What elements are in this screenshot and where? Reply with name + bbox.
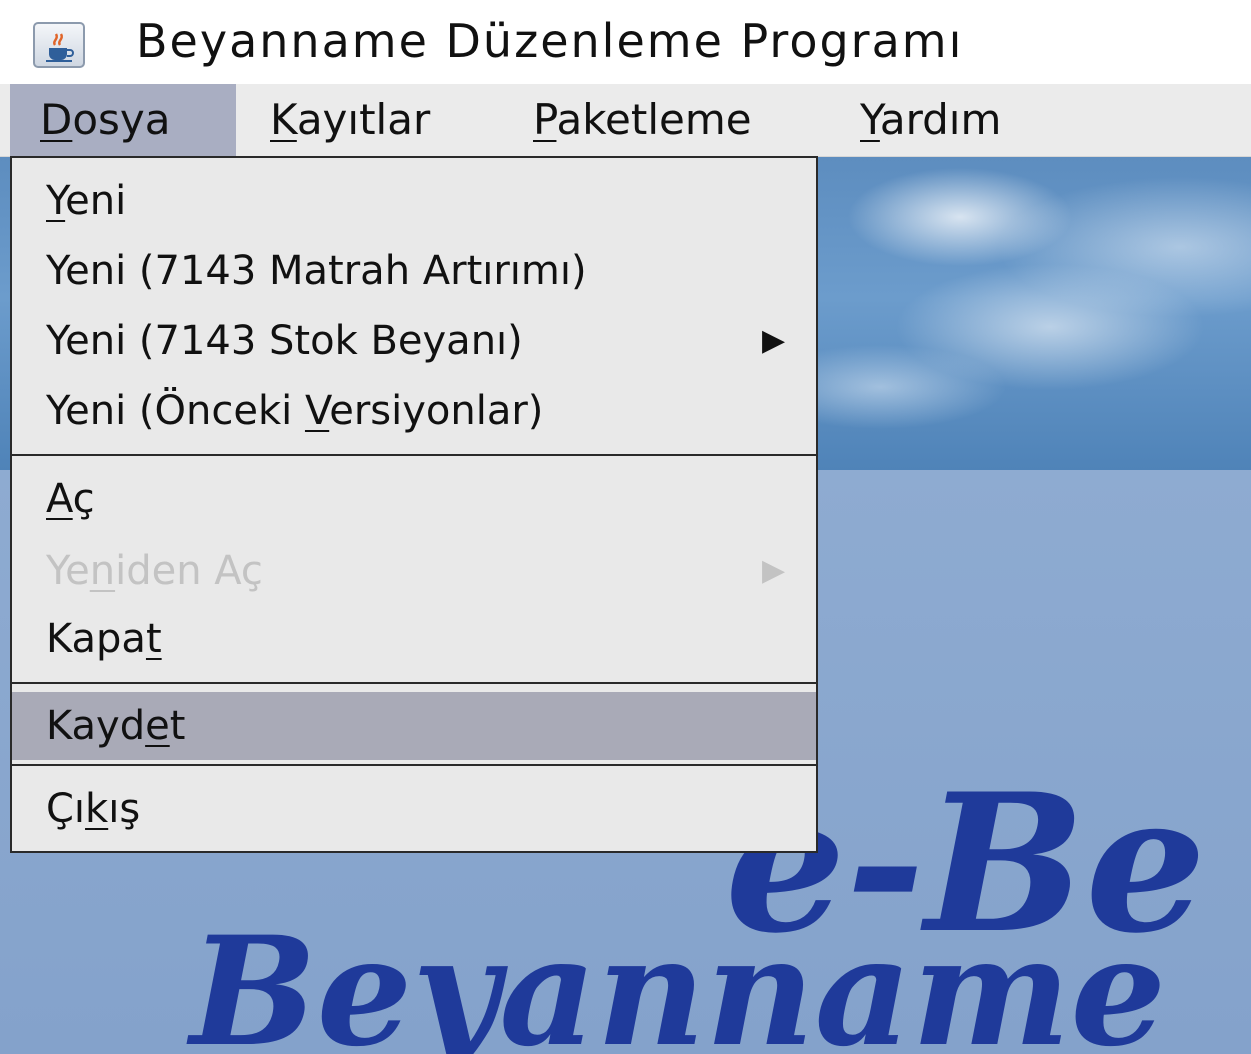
submenu-arrow-icon: ▶ [762, 323, 786, 358]
menu-item-mnemonic: t [145, 616, 162, 662]
menu-item-label: Yeni (7143 Matrah Artırımı) [46, 248, 587, 294]
submenu-arrow-icon: ▶ [762, 553, 786, 588]
menu-item-label: t [169, 703, 186, 749]
menu-item-label: ersiyonlar) [329, 388, 544, 434]
menu-item-label: iden Aç [115, 548, 263, 594]
title-bar: Beyanname Düzenleme Programı [0, 0, 1251, 84]
menu-item-yeni-matrah-artirimi[interactable]: Yeni (7143 Matrah Artırımı) [12, 236, 816, 306]
menu-kayitlar[interactable]: Kayıtlar [270, 84, 430, 156]
window-title: Beyanname Düzenleme Programı [136, 14, 964, 68]
menu-item-label-pre: Ye [46, 548, 90, 594]
menu-item-mnemonic: V [304, 388, 330, 434]
menu-separator [12, 764, 816, 770]
menu-dosya-mnemonic: D [40, 95, 73, 144]
menu-item-kapat[interactable]: Kapat [12, 604, 816, 674]
menu-kayitlar-label: ayıtlar [296, 95, 431, 144]
menu-item-label-pre: Kapa [46, 616, 146, 662]
menu-item-cikis[interactable]: Çıkış [12, 774, 816, 844]
menu-separator [12, 682, 816, 688]
menu-dosya[interactable]: Dosya [10, 84, 236, 156]
menu-item-label-pre: Yeni (Önceki [46, 388, 305, 434]
menu-item-label-pre: Çı [46, 786, 86, 832]
menu-item-kaydet[interactable]: Kaydet [12, 692, 816, 760]
java-cup-icon [33, 22, 85, 68]
menu-item-mnemonic: A [46, 476, 73, 522]
menu-item-ac[interactable]: Aç [12, 464, 816, 534]
menu-item-label-pre: Kayd [46, 703, 146, 749]
menu-item-label: ış [108, 786, 141, 832]
menu-yardim-label: ardım [879, 95, 1002, 144]
menu-separator [12, 454, 816, 460]
menu-item-mnemonic: Y [46, 178, 66, 224]
menu-item-mnemonic: n [89, 548, 116, 594]
menu-item-mnemonic: k [85, 786, 109, 832]
application-window: Beyanname Düzenleme Programı Dosya Kayıt… [0, 0, 1251, 1054]
menu-item-label: eni [65, 178, 127, 224]
menu-bar: Dosya Kayıtlar Paketleme Yardım [0, 84, 1251, 157]
menu-item-label: Yeni (7143 Stok Beyanı) [46, 318, 523, 364]
menu-yardim-mnemonic: Y [860, 95, 880, 144]
menu-yardim[interactable]: Yardım [860, 84, 1001, 156]
menu-item-yeni-stok-beyani[interactable]: Yeni (7143 Stok Beyanı) ▶ [12, 306, 816, 376]
menu-item-yeni[interactable]: Yeni [12, 166, 816, 236]
menu-paketleme-label: aketleme [556, 95, 752, 144]
menu-paketleme-mnemonic: P [533, 95, 557, 144]
dosya-dropdown-menu: Yeni Yeni (7143 Matrah Artırımı) Yeni (7… [10, 156, 818, 853]
menu-item-mnemonic: e [145, 703, 170, 749]
menu-paketleme[interactable]: Paketleme [533, 84, 752, 156]
menu-dosya-label: osya [72, 95, 171, 144]
menu-item-yeniden-ac: Yeniden Aç ▶ [12, 536, 816, 606]
menu-item-label: ç [72, 476, 95, 522]
menu-item-yeni-onceki-versiyonlar[interactable]: Yeni (Önceki Versiyonlar) [12, 376, 816, 446]
brand-subtitle-text: Beyanname [190, 904, 1167, 1054]
menu-kayitlar-mnemonic: K [270, 95, 297, 144]
